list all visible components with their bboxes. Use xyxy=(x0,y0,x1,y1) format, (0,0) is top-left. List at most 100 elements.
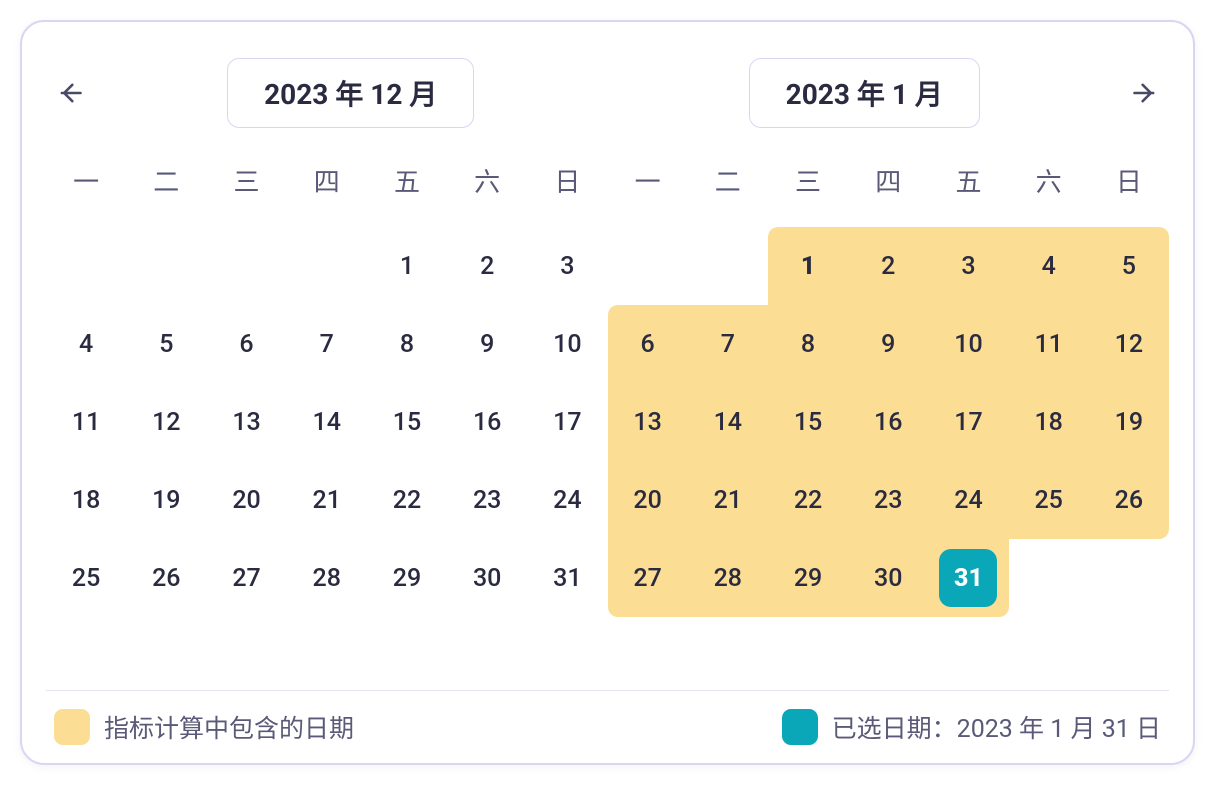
day-empty xyxy=(126,227,206,305)
day-cell[interactable]: 29 xyxy=(768,539,848,617)
day-cell[interactable]: 20 xyxy=(206,461,286,539)
swatch-included xyxy=(54,709,90,745)
day-cell[interactable]: 25 xyxy=(1009,461,1089,539)
day-cell[interactable]: 17 xyxy=(928,383,1008,461)
left-month-selector[interactable]: 2023 年 12 月 xyxy=(227,58,474,128)
weekday-label: 六 xyxy=(1009,152,1089,209)
day-cell[interactable]: 13 xyxy=(206,383,286,461)
selected-day-chip[interactable]: 31 xyxy=(939,549,997,607)
days-grid: 1234567891011121314151617181920212223242… xyxy=(46,227,608,617)
weekday-label: 三 xyxy=(206,152,286,209)
day-cell[interactable]: 11 xyxy=(1009,305,1089,383)
calendar-card: 2023 年 12 月 2023 年 1 月 一二三四五六日 123456789… xyxy=(20,20,1195,765)
day-cell[interactable]: 29 xyxy=(367,539,447,617)
weekday-label: 日 xyxy=(1089,152,1169,209)
day-cell[interactable]: 30 xyxy=(447,539,527,617)
day-cell[interactable]: 6 xyxy=(206,305,286,383)
day-cell[interactable]: 26 xyxy=(126,539,206,617)
day-cell[interactable]: 22 xyxy=(768,461,848,539)
weekday-label: 四 xyxy=(848,152,928,209)
day-cell[interactable]: 1 xyxy=(367,227,447,305)
day-cell[interactable]: 10 xyxy=(928,305,1008,383)
day-cell[interactable]: 7 xyxy=(287,305,367,383)
day-cell[interactable]: 28 xyxy=(688,539,768,617)
day-cell[interactable]: 13 xyxy=(608,383,688,461)
day-cell[interactable]: 17 xyxy=(527,383,607,461)
day-cell[interactable]: 6 xyxy=(608,305,688,383)
legend: 指标计算中包含的日期 已选日期：2023 年 1 月 31 日 xyxy=(46,690,1169,763)
left-month: 一二三四五六日 12345678910111213141516171819202… xyxy=(46,152,608,690)
day-cell[interactable]: 24 xyxy=(527,461,607,539)
day-cell[interactable]: 16 xyxy=(447,383,527,461)
day-cell[interactable]: 4 xyxy=(1009,227,1089,305)
day-cell[interactable]: 2 xyxy=(848,227,928,305)
day-cell[interactable]: 12 xyxy=(1089,305,1169,383)
weekday-label: 五 xyxy=(928,152,1008,209)
legend-selected-label: 已选日期：2023 年 1 月 31 日 xyxy=(832,709,1161,745)
arrow-right-icon xyxy=(1131,79,1159,107)
right-month-selector[interactable]: 2023 年 1 月 xyxy=(749,58,980,128)
day-cell[interactable]: 4 xyxy=(46,305,126,383)
day-cell[interactable]: 27 xyxy=(608,539,688,617)
day-cell[interactable]: 9 xyxy=(447,305,527,383)
prev-month-button[interactable] xyxy=(46,69,94,117)
day-cell[interactable]: 9 xyxy=(848,305,928,383)
day-cell[interactable]: 14 xyxy=(287,383,367,461)
day-cell[interactable]: 23 xyxy=(848,461,928,539)
day-cell[interactable]: 3 xyxy=(928,227,1008,305)
day-cell[interactable]: 27 xyxy=(206,539,286,617)
weekday-label: 五 xyxy=(367,152,447,209)
day-cell[interactable]: 20 xyxy=(608,461,688,539)
right-month: 一二三四五六日 12345678910111213141516171819202… xyxy=(608,152,1170,690)
day-cell[interactable]: 1 xyxy=(768,227,848,305)
day-cell[interactable]: 8 xyxy=(768,305,848,383)
legend-included: 指标计算中包含的日期 xyxy=(54,709,354,745)
day-cell[interactable]: 25 xyxy=(46,539,126,617)
day-cell[interactable]: 18 xyxy=(1009,383,1089,461)
weekday-label: 四 xyxy=(287,152,367,209)
day-cell[interactable]: 12 xyxy=(126,383,206,461)
weekday-label: 三 xyxy=(768,152,848,209)
next-month-button[interactable] xyxy=(1121,69,1169,117)
day-cell[interactable]: 30 xyxy=(848,539,928,617)
day-cell[interactable]: 21 xyxy=(287,461,367,539)
calendar-header: 2023 年 12 月 2023 年 1 月 xyxy=(46,50,1169,152)
day-cell[interactable]: 5 xyxy=(126,305,206,383)
day-cell[interactable]: 10 xyxy=(527,305,607,383)
day-cell[interactable]: 31 xyxy=(527,539,607,617)
day-cell[interactable]: 24 xyxy=(928,461,1008,539)
day-cell[interactable]: 5 xyxy=(1089,227,1169,305)
weekday-label: 二 xyxy=(126,152,206,209)
day-cell[interactable]: 21 xyxy=(688,461,768,539)
day-cell[interactable]: 2 xyxy=(447,227,527,305)
weekday-row: 一二三四五六日 xyxy=(46,152,608,209)
day-empty xyxy=(206,227,286,305)
swatch-selected xyxy=(782,709,818,745)
day-empty xyxy=(608,227,688,305)
day-cell[interactable]: 19 xyxy=(1089,383,1169,461)
months-wrap: 一二三四五六日 12345678910111213141516171819202… xyxy=(46,152,1169,690)
day-cell[interactable]: 16 xyxy=(848,383,928,461)
day-cell[interactable]: 15 xyxy=(367,383,447,461)
day-cell[interactable]: 3 xyxy=(527,227,607,305)
day-cell[interactable]: 19 xyxy=(126,461,206,539)
day-cell[interactable]: 11 xyxy=(46,383,126,461)
day-cell[interactable]: 31 xyxy=(928,539,1008,617)
day-cell[interactable]: 14 xyxy=(688,383,768,461)
day-cell[interactable]: 18 xyxy=(46,461,126,539)
weekday-label: 六 xyxy=(447,152,527,209)
weekday-label: 二 xyxy=(688,152,768,209)
day-cell[interactable]: 7 xyxy=(688,305,768,383)
day-empty xyxy=(287,227,367,305)
weekday-label: 一 xyxy=(46,152,126,209)
day-cell[interactable]: 15 xyxy=(768,383,848,461)
day-cell[interactable]: 28 xyxy=(287,539,367,617)
day-cell[interactable]: 22 xyxy=(367,461,447,539)
weekday-label: 一 xyxy=(608,152,688,209)
day-cell[interactable]: 26 xyxy=(1089,461,1169,539)
day-empty xyxy=(688,227,768,305)
day-empty xyxy=(46,227,126,305)
day-cell[interactable]: 8 xyxy=(367,305,447,383)
days-grid: 1234567891011121314151617181920212223242… xyxy=(608,227,1170,617)
day-cell[interactable]: 23 xyxy=(447,461,527,539)
